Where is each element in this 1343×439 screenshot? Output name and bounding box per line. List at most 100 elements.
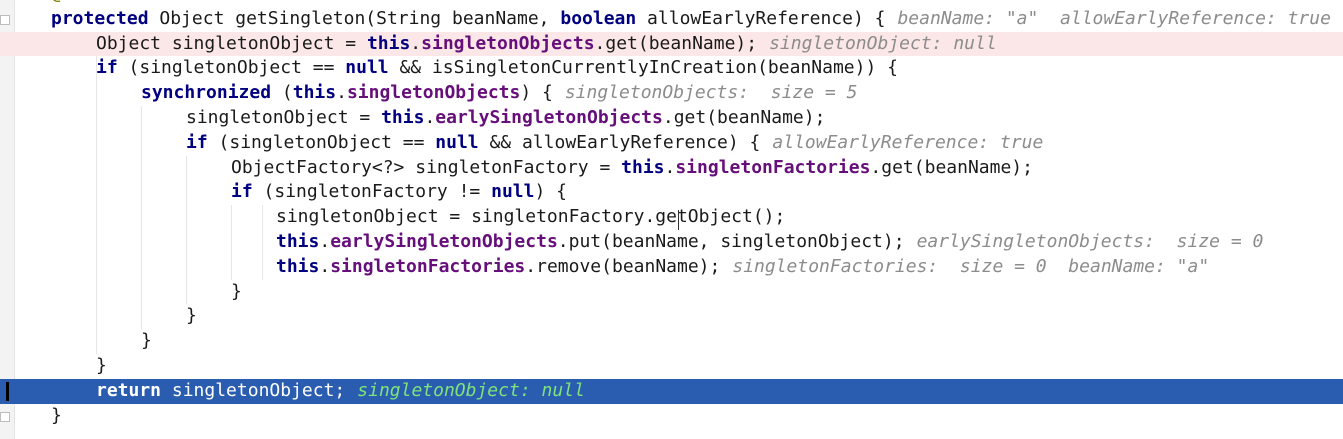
fold-marker-icon[interactable] xyxy=(0,14,10,25)
code-line[interactable]: } xyxy=(0,404,1343,429)
code-text: if (singletonObject == null && isSinglet… xyxy=(96,56,898,81)
text-caret xyxy=(678,210,679,230)
inline-debug-value: earlySingletonObjects: size = 0 xyxy=(916,231,1264,252)
code-text: } xyxy=(96,354,107,379)
field-token: singletonFactories xyxy=(330,255,526,277)
code-token: . xyxy=(319,255,331,277)
code-token: ) { xyxy=(534,181,567,203)
keyword-token: null xyxy=(491,181,535,203)
code-editor[interactable]: @Nullable protected Object getSingleton(S… xyxy=(0,0,1343,439)
code-line[interactable]: protected Object getSingleton(String bea… xyxy=(0,7,1343,32)
keyword-token: synchronized xyxy=(141,82,272,104)
code-token: } xyxy=(96,355,107,376)
code-token: ) { xyxy=(520,82,553,104)
code-token: } xyxy=(231,280,242,302)
code-token: . xyxy=(424,107,436,128)
code-line[interactable]: synchronized (this.singletonObjects) { si… xyxy=(0,81,1343,106)
code-token: && isSingletonCurrentlyInCreation(beanNa… xyxy=(388,57,898,79)
code-token: Object getSingleton(String beanName, xyxy=(148,7,561,29)
code-text: singletonObject = singletonFactory.getOb… xyxy=(276,205,785,230)
code-text: this.singletonFactories.remove(beanName)… xyxy=(276,255,1209,280)
code-token: (singletonObject == xyxy=(207,131,436,153)
code-token: .put(beanName, singletonObject); xyxy=(557,231,905,252)
indent-guide xyxy=(141,106,142,330)
code-token: ObjectFactory<?> singletonFactory = xyxy=(231,156,622,178)
inline-debug-value: allowEarlyReference: true xyxy=(772,131,1044,153)
code-token: && allowEarlyReference) { xyxy=(478,131,761,153)
keyword-token: protected xyxy=(51,7,149,29)
code-token: . xyxy=(664,156,676,178)
keyword-token: this xyxy=(276,231,320,252)
code-line[interactable]: ObjectFactory<?> singletonFactory = this… xyxy=(0,156,1343,181)
code-text: return singletonObject; singletonObject: … xyxy=(96,379,585,404)
code-line[interactable]: singletonObject = singletonFactory.getOb… xyxy=(0,205,1343,230)
code-token: . xyxy=(410,32,422,54)
code-text: } xyxy=(141,329,152,354)
keyword-token: this xyxy=(292,82,337,104)
code-line[interactable]: if (singletonFactory != null) { xyxy=(0,180,1343,205)
keyword-token: if xyxy=(231,181,253,203)
code-line[interactable]: } xyxy=(0,329,1343,354)
code-token: } xyxy=(51,404,62,426)
code-text: protected Object getSingleton(String bea… xyxy=(51,7,1331,32)
keyword-token: return xyxy=(96,379,162,401)
keyword-token: this xyxy=(621,156,665,178)
code-text: if (singletonFactory != null) { xyxy=(231,180,567,205)
code-line[interactable]: @Nullable xyxy=(0,0,1343,7)
code-line[interactable]: } xyxy=(0,304,1343,329)
keyword-token: this xyxy=(381,107,425,128)
code-line[interactable]: if (singletonObject == null && allowEarl… xyxy=(0,131,1343,156)
annotation-token: @Nullable xyxy=(51,0,149,4)
inline-debug-value: singletonObjects: size = 5 xyxy=(564,82,858,104)
code-text: ObjectFactory<?> singletonFactory = this… xyxy=(231,156,1033,181)
indent-guide xyxy=(262,205,263,280)
code-line[interactable]: } xyxy=(0,354,1343,379)
code-token: } xyxy=(186,305,197,327)
code-text: @Nullable xyxy=(51,0,149,7)
breakpoint-line[interactable]: Object singletonObject = this.singletonO… xyxy=(0,31,1343,57)
code-line[interactable]: if (singletonObject == null && isSinglet… xyxy=(0,56,1343,81)
code-line[interactable]: singletonObject = this.earlySingletonObj… xyxy=(0,106,1343,131)
fold-marker-icon[interactable] xyxy=(0,411,10,422)
indent-guide xyxy=(96,56,97,354)
code-text: } xyxy=(186,304,197,329)
code-token: (singletonObject == xyxy=(117,57,346,79)
code-text: Object singletonObject = this.singletonO… xyxy=(96,32,997,57)
code-text: } xyxy=(231,280,242,305)
code-line[interactable]: this.earlySingletonObjects.put(beanName,… xyxy=(0,230,1343,255)
indent-guide xyxy=(186,155,187,305)
code-token: singletonObject = singletonFactory.getOb… xyxy=(276,206,786,228)
inline-debug-value: beanName: "a" allowEarlyReference: true xyxy=(897,7,1331,29)
code-token: } xyxy=(141,330,152,352)
field-token: singletonObjects xyxy=(421,32,595,54)
inline-debug-value: singletonObject: null xyxy=(357,379,585,401)
code-text: synchronized (this.singletonObjects) { si… xyxy=(141,81,857,106)
code-text: this.earlySingletonObjects.put(beanName,… xyxy=(276,230,1263,255)
code-line[interactable]: } xyxy=(0,280,1343,305)
keyword-token: if xyxy=(186,131,208,153)
code-token: singletonObject; xyxy=(161,379,346,401)
code-token: singletonObject = xyxy=(186,107,382,128)
keyword-token: null xyxy=(435,131,479,153)
keyword-token: null xyxy=(345,57,389,79)
code-token: (singletonFactory != xyxy=(252,181,492,203)
code-token: . xyxy=(336,82,347,104)
inline-debug-value: singletonFactories: size = 0 beanName: "… xyxy=(732,255,1210,277)
code-text: singletonObject = this.earlySingletonObj… xyxy=(186,106,825,131)
field-token: singletonObjects xyxy=(346,82,521,104)
current-execution-line[interactable]: return singletonObject; singletonObject: … xyxy=(0,378,1343,404)
keyword-token: this xyxy=(276,255,320,277)
keyword-token: if xyxy=(96,57,118,79)
keyword-token: boolean xyxy=(560,7,637,29)
code-token: .remove(beanName); xyxy=(525,255,721,277)
keyword-token: this xyxy=(366,32,411,54)
inline-debug-value: singletonObject: null xyxy=(769,32,997,54)
code-token: .get(beanName); xyxy=(870,156,1033,178)
field-token: singletonFactories xyxy=(675,156,871,178)
code-token: ( xyxy=(271,82,293,104)
code-token: Object singletonObject = xyxy=(96,32,367,54)
code-text: } xyxy=(51,404,62,429)
field-token: earlySingletonObjects xyxy=(435,107,663,128)
code-line[interactable]: this.singletonFactories.remove(beanName)… xyxy=(0,255,1343,280)
code-token: .get(beanName); xyxy=(662,107,826,128)
